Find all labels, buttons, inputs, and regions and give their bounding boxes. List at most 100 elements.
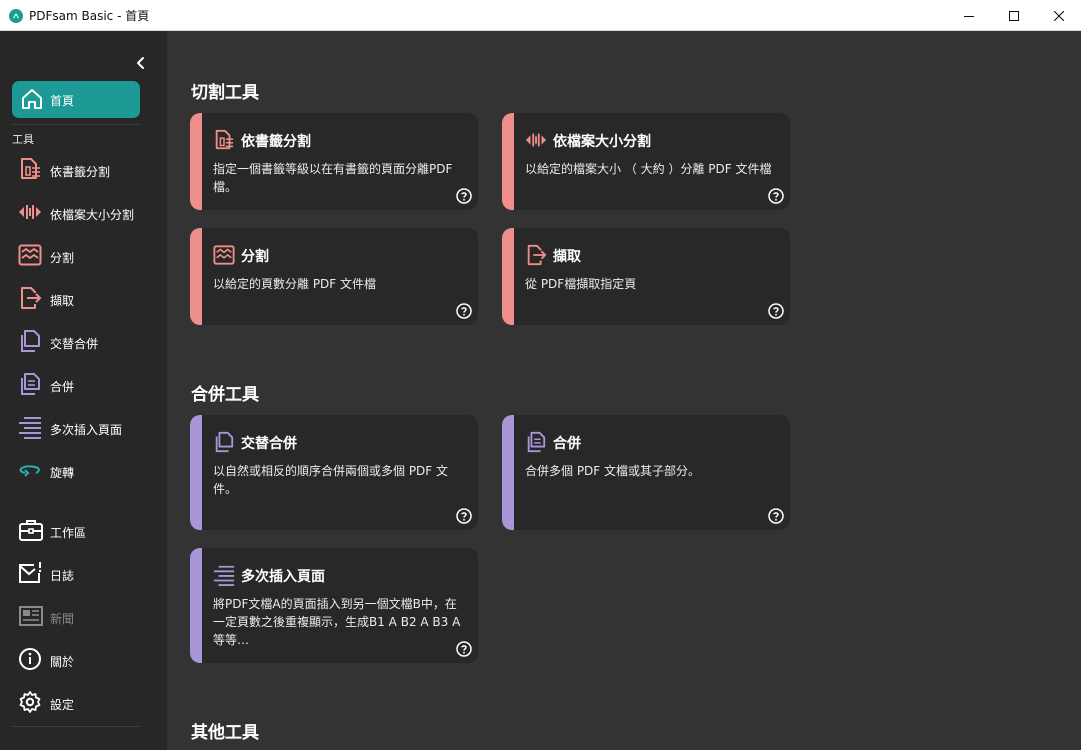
card-title: 合併 — [553, 436, 581, 452]
sidebar-item-insert-pages[interactable]: 多次插入頁面 — [18, 412, 158, 442]
card-title: 依書籤分割 — [241, 134, 311, 150]
sidebar-item-label: 工作區 — [50, 526, 87, 540]
info-icon — [18, 647, 42, 671]
card-title: 交替合併 — [241, 436, 297, 452]
help-icon[interactable] — [456, 188, 472, 204]
card-description: 從 PDF檔擷取指定頁 — [525, 277, 637, 291]
sidebar-item-label: 擷取 — [50, 294, 75, 308]
sidebar: 首頁 工具 依書籤分割 依檔案大小分割 分割 擷取 交替合併 合併 多次插入頁面… — [0, 31, 167, 750]
extract-icon — [525, 244, 547, 266]
window-title: PDFsam Basic - 首頁 — [29, 9, 150, 23]
sidebar-item-home[interactable]: 首頁 — [12, 81, 140, 118]
split-tools-heading: 切割工具 — [191, 83, 259, 103]
sidebar-item-label: 依檔案大小分割 — [50, 208, 135, 222]
card-description: 以給定的頁數分離 PDF 文件檔 — [213, 277, 377, 291]
tool-card-split-by-size[interactable]: 依檔案大小分割 以給定的檔案大小 （ 大約 ）分離 PDF 文件檔 — [502, 113, 790, 210]
card-accent-bar — [502, 113, 514, 210]
sidebar-item-rotate[interactable]: 旋轉 — [18, 455, 158, 485]
home-icon — [20, 87, 44, 111]
split-by-size-icon — [525, 129, 547, 151]
split-by-size-icon — [18, 200, 42, 224]
merge-icon — [18, 372, 42, 396]
rotate-icon — [18, 458, 42, 482]
sidebar-divider — [12, 124, 140, 125]
extract-icon — [18, 286, 42, 310]
minimize-icon — [963, 11, 974, 21]
maximize-icon — [1008, 10, 1019, 21]
close-icon — [1053, 10, 1064, 21]
split-icon — [213, 244, 235, 266]
sidebar-item-label: 設定 — [50, 698, 75, 712]
card-accent-bar — [190, 548, 202, 663]
card-accent-bar — [190, 228, 202, 325]
split-icon — [18, 243, 42, 267]
sidebar-item-workspace[interactable]: 工作區 — [18, 515, 158, 545]
card-accent-bar — [190, 415, 202, 530]
help-icon[interactable] — [456, 303, 472, 319]
alternate-mix-icon — [213, 431, 235, 453]
card-title: 多次插入頁面 — [241, 569, 325, 585]
help-icon[interactable] — [768, 188, 784, 204]
log-mail-icon — [18, 561, 44, 585]
sidebar-item-about[interactable]: 關於 — [18, 644, 158, 674]
card-description: 將PDF文檔A的頁面插入到另一個文檔B中，在一定頁數之後重複顯示，生成B1 A … — [213, 597, 461, 647]
card-title: 依檔案大小分割 — [553, 134, 651, 150]
tool-card-extract[interactable]: 擷取 從 PDF檔擷取指定頁 — [502, 228, 790, 325]
briefcase-icon — [18, 518, 44, 542]
split-by-bookmarks-icon — [18, 157, 42, 181]
sidebar-item-label: 依書籤分割 — [50, 165, 111, 179]
merge-icon — [525, 431, 547, 453]
sidebar-item-news: 新聞 — [18, 601, 158, 631]
tool-card-alternate-mix[interactable]: 交替合併 以自然或相反的順序合併兩個或多個 PDF 文件。 — [190, 415, 478, 530]
sidebar-item-label: 日誌 — [50, 569, 75, 583]
sidebar-item-label: 交替合併 — [50, 337, 99, 351]
news-icon — [18, 604, 44, 628]
sidebar-item-log[interactable]: 日誌 — [18, 558, 158, 588]
sidebar-item-split-by-bookmarks[interactable]: 依書籤分割 — [18, 154, 158, 184]
sidebar-item-extract[interactable]: 擷取 — [18, 283, 158, 313]
main-content: 切割工具 依書籤分割 指定一個書籤等級以在有書籤的頁面分離PDF 檔。 依檔案大… — [167, 31, 1081, 750]
alternate-mix-icon — [18, 329, 42, 353]
card-description: 以給定的檔案大小 （ 大約 ）分離 PDF 文件檔 — [525, 162, 772, 176]
minimize-button[interactable] — [946, 0, 991, 31]
sidebar-item-label: 旋轉 — [50, 466, 75, 480]
sidebar-item-label: 分割 — [50, 251, 75, 265]
help-icon[interactable] — [456, 641, 472, 657]
sidebar-item-label: 關於 — [50, 655, 75, 669]
close-button[interactable] — [1036, 0, 1081, 31]
card-title: 擷取 — [553, 249, 581, 265]
card-accent-bar — [502, 415, 514, 530]
tool-card-split[interactable]: 分割 以給定的頁數分離 PDF 文件檔 — [190, 228, 478, 325]
card-description: 指定一個書籤等級以在有書籤的頁面分離PDF 檔。 — [213, 162, 453, 194]
tools-section-label: 工具 — [12, 133, 34, 146]
title-bar: PDFsam Basic - 首頁 — [0, 0, 1081, 31]
tool-card-merge[interactable]: 合併 合併多個 PDF 文檔或其子部分。 — [502, 415, 790, 530]
chevron-left-icon — [132, 54, 150, 72]
sidebar-item-settings[interactable]: 設定 — [18, 687, 158, 717]
insert-pages-icon — [213, 564, 235, 586]
sidebar-item-split-by-size[interactable]: 依檔案大小分割 — [18, 197, 158, 227]
tool-card-insert-pages[interactable]: 多次插入頁面 將PDF文檔A的頁面插入到另一個文檔B中，在一定頁數之後重複顯示，… — [190, 548, 478, 663]
help-icon[interactable] — [456, 508, 472, 524]
sidebar-divider — [12, 726, 140, 727]
card-accent-bar — [502, 228, 514, 325]
merge-tools-heading: 合併工具 — [191, 385, 259, 405]
card-accent-bar — [190, 113, 202, 210]
card-description: 以自然或相反的順序合併兩個或多個 PDF 文件。 — [213, 464, 449, 496]
sidebar-item-split[interactable]: 分割 — [18, 240, 158, 270]
split-by-bookmarks-icon — [213, 129, 235, 151]
other-tools-heading: 其他工具 — [191, 723, 259, 743]
help-icon[interactable] — [768, 303, 784, 319]
sidebar-item-label: 多次插入頁面 — [50, 423, 123, 437]
insert-pages-icon — [18, 415, 42, 439]
gear-icon — [18, 690, 42, 714]
sidebar-item-merge[interactable]: 合併 — [18, 369, 158, 399]
sidebar-item-alternate-mix[interactable]: 交替合併 — [18, 326, 158, 356]
sidebar-item-label: 新聞 — [50, 612, 75, 626]
sidebar-item-label: 合併 — [50, 380, 75, 394]
maximize-button[interactable] — [991, 0, 1036, 31]
help-icon[interactable] — [768, 508, 784, 524]
collapse-sidebar-button[interactable] — [132, 54, 150, 72]
card-description: 合併多個 PDF 文檔或其子部分。 — [525, 464, 701, 478]
tool-card-split-by-bookmarks[interactable]: 依書籤分割 指定一個書籤等級以在有書籤的頁面分離PDF 檔。 — [190, 113, 478, 210]
